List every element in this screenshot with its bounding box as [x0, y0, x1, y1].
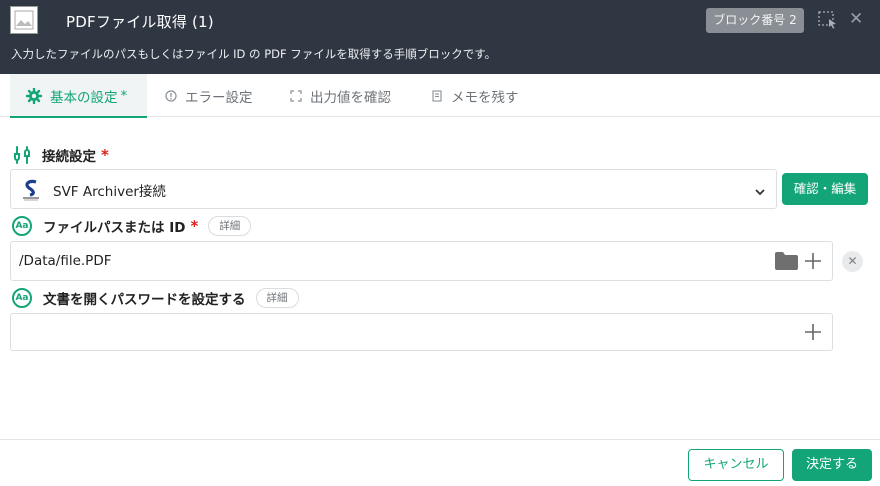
connection-selected-value: SVF Archiver接続 [53, 184, 166, 200]
text-type-icon: Aa [12, 288, 32, 308]
select-area-icon[interactable] [818, 11, 838, 33]
alert-icon [165, 89, 177, 102]
file-path-value: /Data/file.PDF [19, 253, 112, 269]
close-button[interactable]: ✕ [849, 9, 863, 29]
file-path-label: Aa ファイルパスまたは ID * 詳細 [12, 216, 252, 236]
tab-label: メモを残す [451, 89, 519, 106]
clear-field-button[interactable]: ✕ [842, 251, 863, 272]
tab-label: 出力値を確認 [310, 89, 391, 106]
dialog-title: PDFファイル取得 (1) [66, 13, 214, 31]
required-mark: * [190, 217, 199, 235]
svf-logo-icon [21, 179, 41, 201]
tab-bar: 基本の設定 * エラー設定 出力値を確認 メモを残す [0, 74, 880, 118]
cancel-button[interactable]: キャンセル [688, 449, 784, 481]
required-mark: * [120, 87, 128, 104]
dialog-footer: キャンセル 決定する [0, 439, 880, 486]
block-image-icon [10, 6, 38, 34]
chevron-down-icon[interactable] [754, 183, 766, 202]
tab-label: エラー設定 [185, 89, 253, 106]
dialog-header: PDFファイル取得 (1) 入力したファイルのパスもしくはファイル ID の P… [0, 0, 880, 74]
password-label: Aa 文書を開くパスワードを設定する 詳細 [12, 288, 299, 308]
detail-chip[interactable]: 詳細 [255, 288, 299, 308]
file-path-label-text: ファイルパスまたは ID [43, 220, 186, 236]
connection-label-text: 接続設定 [42, 149, 96, 165]
text-type-icon: Aa [12, 216, 32, 236]
expand-icon [290, 89, 302, 102]
dialog-description: 入力したファイルのパスもしくはファイル ID の PDF ファイルを取得する手順… [11, 47, 497, 61]
tab-output-values[interactable]: 出力値を確認 [290, 74, 391, 117]
confirm-edit-button[interactable]: 確認・編集 [782, 173, 868, 205]
detail-chip[interactable]: 詳細 [208, 216, 252, 236]
password-label-text: 文書を開くパスワードを設定する [43, 292, 246, 308]
gear-icon [26, 87, 42, 104]
connection-select[interactable]: SVF Archiver接続 [10, 169, 777, 209]
plus-icon[interactable] [803, 251, 823, 275]
connection-label: 接続設定 * [12, 145, 109, 165]
block-number-badge: ブロック番号 2 [706, 8, 804, 33]
required-mark: * [101, 146, 109, 164]
memo-icon [432, 89, 443, 102]
confirm-button[interactable]: 決定する [792, 449, 872, 481]
plus-icon[interactable] [803, 322, 823, 346]
connection-icon [12, 145, 32, 165]
file-path-input[interactable]: /Data/file.PDF [10, 241, 833, 281]
password-input[interactable] [10, 313, 833, 351]
tab-memo[interactable]: メモを残す [432, 74, 519, 117]
tab-label: 基本の設定 [50, 89, 118, 106]
tab-error-settings[interactable]: エラー設定 [165, 74, 253, 117]
folder-icon[interactable] [775, 252, 798, 274]
tab-basic-settings[interactable]: 基本の設定 * [10, 74, 147, 118]
